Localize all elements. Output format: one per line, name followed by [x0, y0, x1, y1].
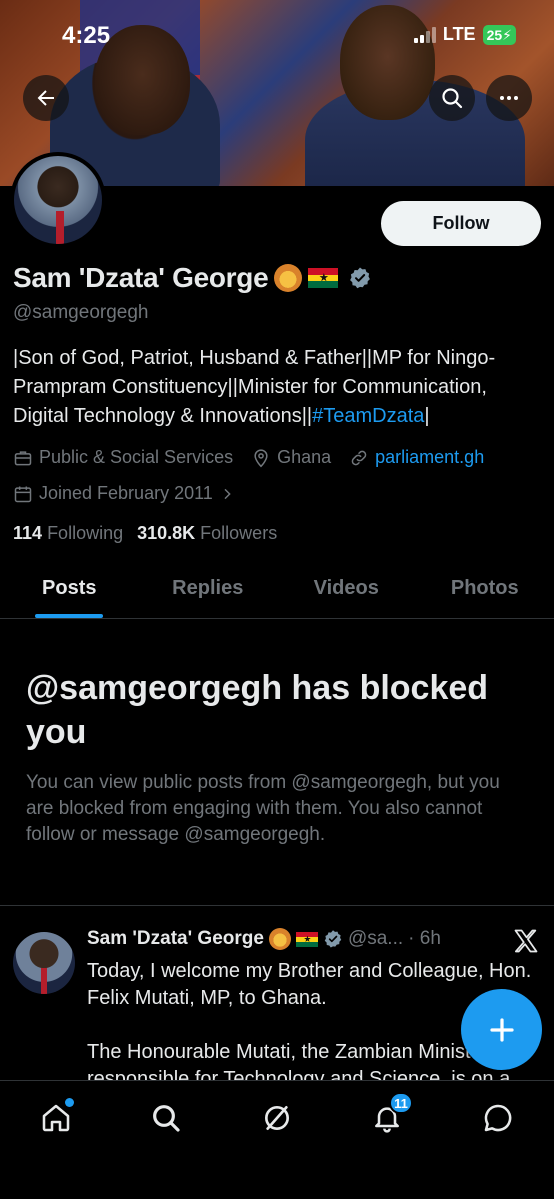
tweet-author-handle: @sa...: [347, 928, 404, 949]
followers-link[interactable]: 310.8K Followers: [137, 523, 277, 544]
bio-end: |: [424, 405, 430, 427]
profile-tabs: Posts Replies Videos Photos: [0, 565, 554, 619]
category-item: Public & Social Services: [13, 447, 233, 468]
verified-badge-icon[interactable]: [348, 266, 372, 290]
website-link[interactable]: parliament.gh: [375, 447, 484, 468]
category-label: Public & Social Services: [39, 447, 234, 467]
website-item[interactable]: parliament.gh: [349, 447, 484, 468]
back-button[interactable]: [23, 75, 69, 121]
ghana-flag-icon: [308, 268, 339, 289]
x-logo-icon: [514, 929, 538, 953]
following-count: 114: [13, 523, 43, 543]
briefcase-icon: [14, 450, 32, 465]
plus-icon: [489, 1017, 514, 1042]
more-horizontal-icon: [500, 96, 518, 100]
blocked-description: You can view public posts from @samgeorg…: [26, 772, 500, 845]
profile-handle: @samgeorgegh: [13, 302, 149, 323]
profile-bio: |Son of God, Patriot, Husband & Father||…: [13, 344, 543, 431]
chevron-right-icon: [224, 488, 231, 499]
ghana-flag-icon: [295, 931, 318, 947]
avatar-tie-detail: [56, 211, 64, 244]
tab-replies[interactable]: Replies: [139, 565, 278, 618]
banner-person-right-head: [340, 5, 435, 120]
nav-messages[interactable]: [478, 1098, 518, 1138]
tab-posts[interactable]: Posts: [0, 565, 139, 618]
battery-level: 25: [486, 26, 503, 43]
nav-grok[interactable]: [257, 1098, 297, 1138]
blocked-title: @samgeorgegh has blocked you: [26, 669, 489, 751]
tab-videos[interactable]: Videos: [277, 565, 416, 618]
link-icon: [351, 450, 367, 465]
grok-icon: [265, 1106, 289, 1130]
joined-row[interactable]: Joined February 2011: [13, 483, 235, 504]
section-divider: [0, 905, 554, 906]
nav-home[interactable]: [36, 1098, 76, 1138]
tweet-timestamp: · 6h: [408, 928, 441, 949]
location-label: Ghana: [277, 447, 332, 467]
search-icon: [442, 88, 463, 109]
arrow-left-icon: [37, 90, 54, 106]
location-pin-icon: [254, 448, 268, 467]
nav-notifications[interactable]: 11: [367, 1092, 413, 1138]
profile-avatar[interactable]: [10, 152, 106, 248]
notifications-badge: 11: [389, 1092, 413, 1114]
tweet-header: Sam 'Dzata' George @sa... · 6h: [87, 928, 441, 950]
battery-indicator: 25⚡: [482, 24, 516, 45]
followers-count: 310.8K: [137, 523, 196, 543]
home-unread-dot: [65, 1098, 74, 1107]
tweet-author-name[interactable]: Sam 'Dzata' George: [87, 928, 264, 950]
following-link[interactable]: 114 Following: [13, 523, 123, 544]
tab-photos[interactable]: Photos: [416, 565, 554, 618]
more-options-button[interactable]: [486, 75, 532, 121]
follow-button[interactable]: Follow: [381, 201, 541, 246]
profile-meta-row: Public & Social Services Ghana parliamen…: [13, 447, 496, 468]
nav-search[interactable]: [146, 1098, 186, 1138]
calendar-icon: [14, 486, 32, 502]
bio-hashtag-link[interactable]: #TeamDzata: [312, 405, 424, 427]
followers-label: Followers: [200, 523, 278, 543]
chat-bubble-icon: [484, 1104, 512, 1132]
search-button[interactable]: [429, 75, 475, 121]
lion-emoji-icon: [274, 264, 303, 292]
joined-label: Joined February 2011: [39, 483, 213, 503]
location-item: Ghana: [251, 447, 331, 468]
follow-counts: 114 Following 310.8K Followers: [13, 523, 277, 544]
signal-icon: [413, 26, 436, 43]
lion-emoji-icon: [268, 928, 291, 950]
status-time: 4:25: [62, 22, 111, 49]
profile-name-row: Sam 'Dzata' George: [13, 262, 372, 294]
search-icon: [153, 1105, 180, 1132]
profile-name: Sam 'Dzata' George: [13, 262, 269, 293]
following-label: Following: [47, 523, 124, 543]
compose-button[interactable]: [461, 989, 542, 1070]
charging-icon: ⚡: [502, 26, 512, 43]
bottom-nav: 11: [0, 1080, 554, 1199]
status-indicators: LTE 25⚡: [413, 24, 516, 45]
network-label: LTE: [442, 24, 476, 44]
verified-badge-icon: [324, 930, 342, 948]
